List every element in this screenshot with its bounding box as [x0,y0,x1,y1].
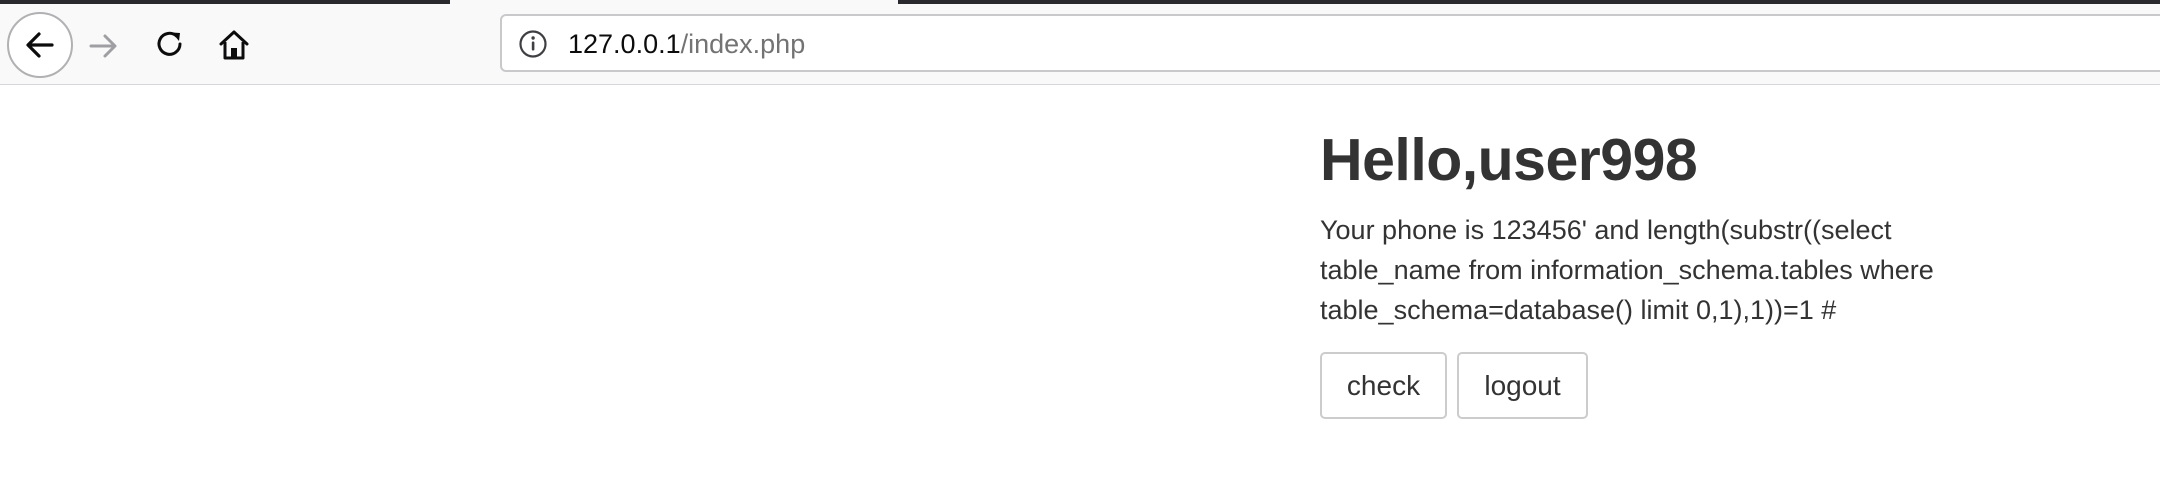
arrow-left-icon [26,32,54,58]
browser-toolbar: 127.0.0.1/index.php [0,0,2160,85]
home-button[interactable] [211,22,257,68]
check-button[interactable]: check [1320,352,1447,419]
back-button[interactable] [7,12,73,78]
home-icon [219,30,249,60]
action-buttons: check logout [1320,352,2000,419]
url-host: 127.0.0.1 [568,29,681,59]
arrow-right-icon [89,34,117,58]
page-title: Hello,user998 [1320,127,1698,193]
url-path: /index.php [680,29,806,59]
info-icon[interactable] [518,29,548,59]
url-text[interactable]: 127.0.0.1/index.php [568,28,805,60]
tab-strip-edge [0,0,450,4]
address-bar[interactable]: 127.0.0.1/index.php [500,14,2160,72]
forward-button[interactable] [82,24,126,68]
logout-button[interactable]: logout [1457,352,1588,419]
page-content: Hello,user998 Your phone is 123456' and … [1320,118,2000,419]
reload-button[interactable] [148,22,192,66]
tab-strip-edge [898,0,2160,4]
phone-message: Your phone is 123456' and length(substr(… [1320,215,1934,325]
reload-icon [157,31,182,56]
